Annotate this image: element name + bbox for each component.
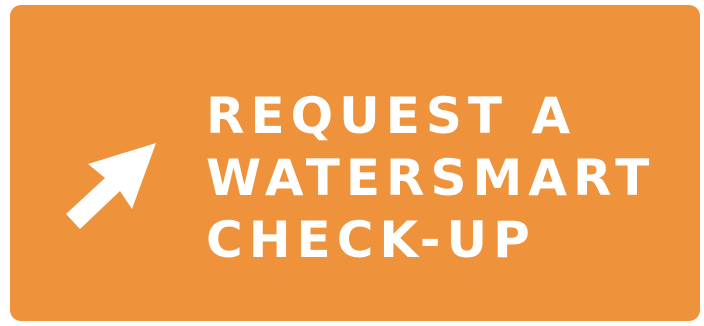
cta-label-line-2: WATERSMART: [206, 149, 656, 207]
cta-label: REQUEST A WATERSMART CHECK-UP: [206, 85, 655, 271]
request-watersmart-checkup-button[interactable]: REQUEST A WATERSMART CHECK-UP: [10, 5, 700, 321]
cta-label-line-3: CHECK-UP: [206, 211, 536, 269]
cta-label-line-1: REQUEST A: [206, 87, 577, 145]
pointer-arrow-icon: [62, 143, 162, 231]
